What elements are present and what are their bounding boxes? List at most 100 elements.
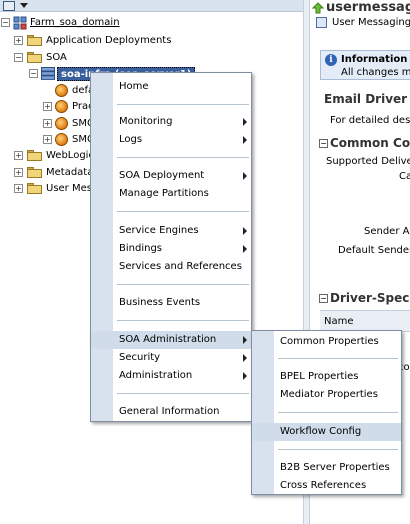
menu-item-label: Manage Partitions [119,188,209,199]
menu-item-soa-deployment[interactable]: SOA Deployment [91,167,251,185]
tree-node-app-deployments[interactable]: + Application Deployments [0,33,200,49]
menu-item-label: Workflow Config [280,426,362,437]
expand-icon[interactable]: + [43,102,52,111]
dropdown-arrow-icon[interactable] [20,3,28,8]
menu-item-workflow-config[interactable]: Workflow Config [252,423,401,441]
folder-icon [27,150,42,161]
menu-item-security[interactable]: Security [91,349,251,367]
up-arrow-icon [312,2,324,14]
submenu-arrow-icon [243,336,247,344]
menu-item-monitoring[interactable]: Monitoring [91,113,251,131]
expand-icon[interactable]: + [43,119,52,128]
tree-node-composite[interactable]: + SMC [0,132,100,148]
information-box: i Information All changes mad [320,50,410,80]
tree-label: SOA [46,52,67,63]
tree-node-soa[interactable]: − SOA [0,50,200,66]
menu-item-label: SOA Deployment [119,170,205,181]
menu-item-label: Services and References [119,261,242,272]
menu-separator [117,393,249,394]
menu-item-b2b-server-properties[interactable]: B2B Server Properties [252,459,401,477]
menu-item-home[interactable]: Home [91,78,251,96]
expand-icon[interactable]: + [14,168,23,177]
menu-item-bindings[interactable]: Bindings [91,240,251,258]
menu-item-bpel-properties[interactable]: BPEL Properties [252,368,401,386]
detailed-description: For detailed descri [330,115,410,126]
menu-separator [117,104,249,105]
menu-separator [117,157,249,158]
menu-item-label: Home [119,81,149,92]
menu-item-cross-references[interactable]: Cross References [252,477,401,495]
menu-item-service-engines[interactable]: Service Engines [91,222,251,240]
tree-view-icon[interactable] [3,1,15,11]
collapse-section-icon[interactable]: − [319,139,328,148]
submenu-arrow-icon [243,136,247,144]
composite-icon [55,133,68,146]
page-header: usermessagi User Messaging E [310,0,410,40]
tree-node-metadata[interactable]: + Metadata R [0,165,103,181]
collapse-icon[interactable]: − [29,69,38,78]
info-icon: i [325,54,337,66]
expand-icon[interactable]: + [14,184,23,193]
menu-item-mediator-properties[interactable]: Mediator Properties [252,386,401,404]
menu-item-manage-partitions[interactable]: Manage Partitions [91,185,251,203]
page-title: usermessagi [326,0,410,15]
menu-separator [117,284,249,285]
target-menu[interactable]: User Messaging E [332,17,410,28]
tree-node-composite[interactable]: + SMC [0,116,100,132]
menu-separator [117,211,249,212]
supported-delivery-label: Supported Deliver [326,156,410,167]
tree-node-composite[interactable]: defa [0,83,100,99]
menu-item-business-events[interactable]: Business Events [91,294,251,312]
email-driver-heading: Email Driver P [324,92,410,106]
menu-item-logs[interactable]: Logs [91,131,251,149]
tree-node-farm[interactable]: − Farm_soa_domain [0,15,200,31]
menu-separator [278,449,398,450]
name-column-header[interactable]: Name [324,316,354,327]
tree-node-composite[interactable]: + Prac [0,99,100,115]
collapse-icon[interactable]: − [14,53,23,62]
tree-node-user-messaging[interactable]: + User Mess [0,181,100,197]
farm-label[interactable]: Farm_soa_domain [30,15,120,31]
menu-item-common-properties[interactable]: Common Properties [252,333,401,351]
collapse-icon[interactable]: − [1,18,10,27]
menu-item-label: Administration [119,370,193,381]
target-menu-icon[interactable] [316,17,327,28]
expand-icon[interactable]: + [14,36,23,45]
menu-item-label: Common Properties [280,336,379,347]
menu-item-label: Logs [119,134,143,145]
menu-separator [278,412,398,413]
menu-item-label: Business Events [119,297,201,308]
menu-item-label: General Information [119,406,220,417]
menu-item-general-information[interactable]: General Information [91,403,251,421]
tree-label: Application Deployments [46,35,172,46]
menu-separator [117,320,249,321]
menu-item-label: Bindings [119,243,162,254]
menu-item-services-and-references[interactable]: Services and References [91,258,251,276]
default-sender-label: Default Sender A [338,245,410,256]
folder-icon [27,183,42,194]
composite-icon [55,117,68,130]
menu-item-soa-administration[interactable]: SOA Administration [91,331,251,349]
menu-item-label: B2B Server Properties [280,462,390,473]
folder-icon [27,167,42,178]
submenu-arrow-icon [243,372,247,380]
tree-label: WebLogic [46,150,94,161]
submenu-arrow-icon [243,118,247,126]
expand-icon[interactable]: + [14,151,23,160]
menu-item-label: SOA Administration [119,334,217,345]
server-icon [41,67,55,80]
common-config-heading: Common Con [330,136,410,150]
expand-icon[interactable]: + [43,135,52,144]
collapse-section-icon[interactable]: − [319,294,328,303]
capabilities-label: Ca [399,171,410,182]
tree-node-weblogic[interactable]: + WebLogic [0,148,100,164]
info-text: All changes mad [341,67,410,78]
folder-icon [27,35,42,46]
menu-item-administration[interactable]: Administration [91,367,251,385]
submenu-arrow-icon [243,227,247,235]
navigator-toolbar [0,0,303,12]
info-title: Information [341,54,408,65]
menu-item-label: Cross References [280,480,367,491]
menu-item-label: BPEL Properties [280,371,359,382]
menu-item-label: Security [119,352,161,363]
